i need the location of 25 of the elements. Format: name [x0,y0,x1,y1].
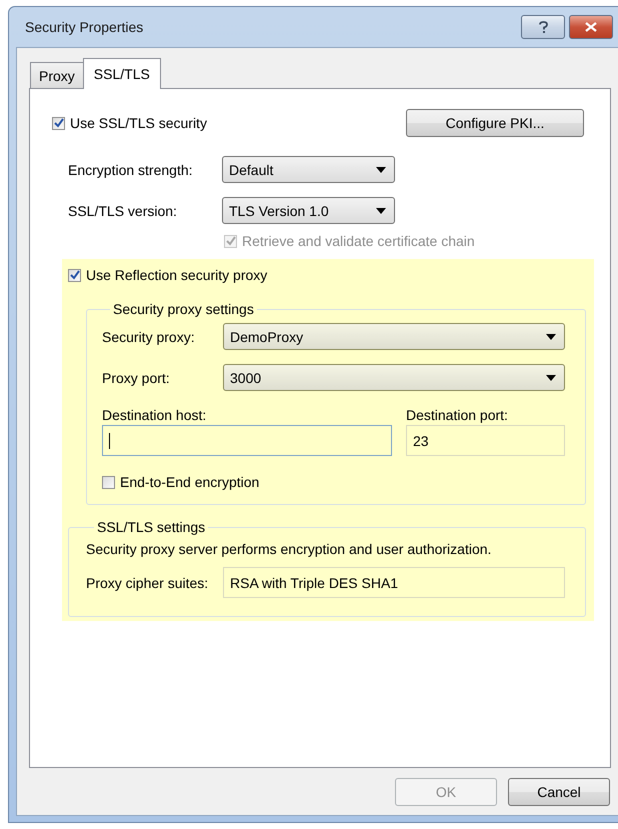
checkbox-label: Retrieve and validate certificate chain [242,233,475,249]
checkbox-label: End-to-End encryption [120,474,260,490]
field-label: Proxy cipher suites: [86,574,210,590]
field-label: Destination port: [406,407,509,423]
tab[interactable]: Proxy [30,62,84,89]
group-title: Security proxy settings [112,301,255,317]
window-title: Security Properties [25,19,144,35]
checkbox-label: Use Reflection security proxy [86,267,268,283]
destination-port-field[interactable]: 23 [406,425,565,456]
cipher-suites-field[interactable]: RSA with Triple DES SHA1 [223,567,565,598]
dropdown[interactable]: Default [222,156,395,183]
dialog-button[interactable]: Cancel [508,778,610,806]
tab[interactable]: SSL/TLS [82,58,161,89]
configure-pki-button[interactable]: Configure PKI... [406,109,584,137]
group-title: SSL/TLS settings [96,519,206,535]
dropdown[interactable]: DemoProxy [223,323,565,350]
field-label: SSL/TLS version: [68,202,178,218]
dropdown[interactable]: TLS Version 1.0 [222,197,395,224]
description-text: Security proxy server performs encryption and user authorization. [86,541,492,557]
field-label: Proxy port: [102,370,171,386]
field-label: Destination host: [102,407,208,423]
field-label: Security proxy: [102,328,196,344]
dropdown[interactable]: 3000 [223,364,565,391]
checkbox-label: Use SSL/TLS security [70,115,207,131]
field-label: Encryption strength: [68,162,194,178]
